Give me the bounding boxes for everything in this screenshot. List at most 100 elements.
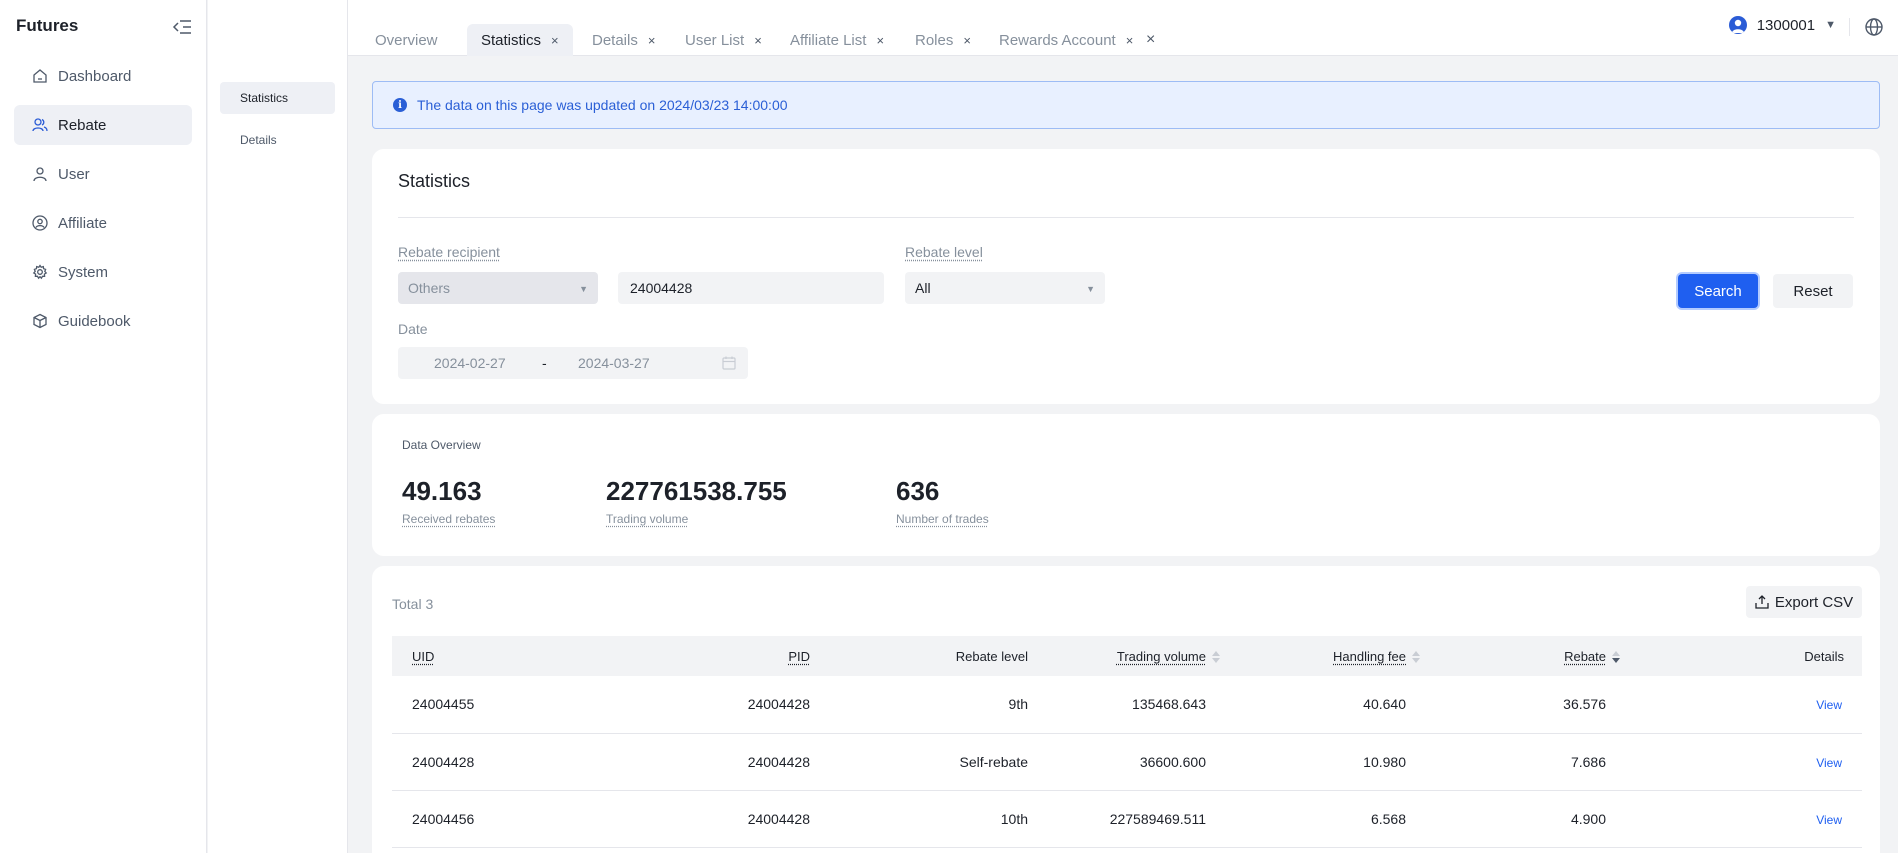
cell-rebate-level: 9th bbox=[810, 676, 1028, 733]
chevron-down-icon: ▼ bbox=[579, 284, 588, 294]
user-icon bbox=[32, 166, 48, 182]
number-of-trades-label: Number of trades bbox=[896, 512, 989, 526]
collapse-menu-icon[interactable] bbox=[172, 18, 192, 36]
tab-close-icon[interactable]: × bbox=[1126, 33, 1134, 48]
col-handling-fee[interactable]: Handling fee bbox=[1228, 636, 1428, 676]
tab-details[interactable]: Details × bbox=[578, 24, 669, 56]
reset-button[interactable]: Reset bbox=[1773, 274, 1853, 308]
table-row: 24004456 24004428 10th 227589469.511 6.5… bbox=[392, 790, 1862, 847]
col-trading-volume[interactable]: Trading volume bbox=[1028, 636, 1228, 676]
tab-label: Affiliate List bbox=[790, 32, 866, 49]
tab-label: Overview bbox=[375, 32, 438, 49]
cell-rebate: 7.686 bbox=[1428, 733, 1628, 790]
brand-title: Futures bbox=[16, 16, 78, 36]
tab-close-icon[interactable]: × bbox=[963, 33, 971, 48]
submenu-item-details[interactable]: Details bbox=[220, 124, 335, 156]
tab-label: Statistics bbox=[481, 32, 541, 49]
sort-icon[interactable] bbox=[1412, 651, 1420, 663]
col-rebate-level: Rebate level bbox=[810, 636, 1028, 676]
date-to[interactable]: 2024-03-27 bbox=[578, 355, 650, 371]
cell-trading-volume: 227589469.511 bbox=[1028, 790, 1228, 847]
export-csv-button[interactable]: Export CSV bbox=[1746, 586, 1862, 618]
view-link[interactable]: View bbox=[1816, 813, 1842, 827]
user-id: 1300001 bbox=[1757, 17, 1815, 34]
select-value: All bbox=[915, 280, 931, 296]
tab-close-icon[interactable]: × bbox=[551, 33, 559, 48]
sidebar: Futures Dashboard Rebate User Affiliate … bbox=[0, 0, 207, 853]
cell-trading-volume: 36600.600 bbox=[1028, 733, 1228, 790]
rebate-recipient-label: Rebate recipient bbox=[398, 244, 500, 260]
close-all-tabs-icon[interactable]: × bbox=[1146, 31, 1155, 49]
chevron-down-icon: ▼ bbox=[1086, 284, 1095, 294]
divider bbox=[1849, 18, 1850, 36]
home-icon bbox=[32, 68, 48, 84]
table-header-row: UID PID Rebate level Trading volume Hand… bbox=[392, 636, 1862, 676]
cell-handling-fee: 40.640 bbox=[1228, 676, 1428, 733]
rebate-recipient-select[interactable]: Others ▼ bbox=[398, 272, 598, 304]
cell-rebate: 36.576 bbox=[1428, 676, 1628, 733]
chevron-down-icon: ▼ bbox=[1825, 19, 1836, 31]
col-rebate[interactable]: Rebate bbox=[1428, 636, 1628, 676]
globe-icon[interactable] bbox=[1864, 17, 1884, 37]
cell-uid: 24004428 bbox=[392, 733, 592, 790]
sidebar-item-label: Guidebook bbox=[58, 313, 131, 330]
info-alert: i The data on this page was updated on 2… bbox=[372, 81, 1880, 129]
date-label: Date bbox=[398, 321, 428, 337]
date-from[interactable]: 2024-02-27 bbox=[434, 355, 506, 371]
cell-rebate: 4.900 bbox=[1428, 790, 1628, 847]
tab-statistics[interactable]: Statistics × bbox=[467, 24, 573, 56]
calendar-icon bbox=[722, 356, 736, 370]
sidebar-item-system[interactable]: System bbox=[14, 252, 192, 292]
user-menu[interactable]: 1300001 ▼ bbox=[1729, 16, 1836, 34]
avatar bbox=[1729, 16, 1747, 34]
view-link[interactable]: View bbox=[1816, 698, 1842, 712]
trading-volume-value: 227761538.755 bbox=[606, 476, 787, 507]
total-count: Total 3 bbox=[392, 596, 433, 612]
sidebar-item-label: Affiliate bbox=[58, 215, 107, 232]
date-separator: - bbox=[542, 355, 547, 371]
sort-desc-icon[interactable] bbox=[1612, 651, 1620, 663]
card-title: Statistics bbox=[398, 171, 470, 192]
overview-title: Data Overview bbox=[402, 438, 481, 452]
sort-icon[interactable] bbox=[1212, 651, 1220, 663]
submenu-item-statistics[interactable]: Statistics bbox=[220, 82, 335, 114]
uid-input[interactable]: 24004428 bbox=[618, 272, 884, 304]
sidebar-item-user[interactable]: User bbox=[14, 154, 192, 194]
date-range-picker[interactable]: 2024-02-27 - 2024-03-27 bbox=[398, 347, 748, 379]
tab-label: Details bbox=[592, 32, 638, 49]
rebate-level-select[interactable]: All ▼ bbox=[905, 272, 1105, 304]
export-label: Export CSV bbox=[1775, 594, 1853, 611]
sidebar-item-label: User bbox=[58, 166, 90, 183]
sidebar-item-dashboard[interactable]: Dashboard bbox=[14, 56, 192, 96]
tab-overview[interactable]: Overview bbox=[361, 24, 452, 56]
tab-affiliate-list[interactable]: Affiliate List × bbox=[776, 24, 898, 56]
col-uid: UID bbox=[392, 636, 592, 676]
topbar: Overview Statistics × Details × User List ×… bbox=[348, 0, 1898, 56]
tab-user-list[interactable]: User List × bbox=[671, 24, 776, 56]
gear-icon bbox=[32, 264, 48, 280]
rebate-level-label: Rebate level bbox=[905, 244, 983, 260]
cell-pid: 24004428 bbox=[592, 676, 810, 733]
search-button[interactable]: Search bbox=[1678, 274, 1758, 308]
tab-close-icon[interactable]: × bbox=[754, 33, 762, 48]
alert-text: The data on this page was updated on 202… bbox=[417, 97, 788, 113]
view-link[interactable]: View bbox=[1816, 756, 1842, 770]
tab-label: Roles bbox=[915, 32, 953, 49]
sidebar-item-guidebook[interactable]: Guidebook bbox=[14, 301, 192, 341]
col-pid: PID bbox=[592, 636, 810, 676]
sidebar-item-affiliate[interactable]: Affiliate bbox=[14, 203, 192, 243]
tab-close-icon[interactable]: × bbox=[876, 33, 884, 48]
cube-icon bbox=[32, 313, 48, 329]
cell-uid: 24004455 bbox=[392, 676, 592, 733]
sidebar-item-rebate[interactable]: Rebate bbox=[14, 105, 192, 145]
tab-roles[interactable]: Roles × bbox=[901, 24, 985, 56]
rebate-table: UID PID Rebate level Trading volume Hand… bbox=[392, 636, 1862, 848]
trading-volume-label: Trading volume bbox=[606, 512, 688, 526]
cell-handling-fee: 6.568 bbox=[1228, 790, 1428, 847]
number-of-trades-value: 636 bbox=[896, 476, 939, 507]
select-value: Others bbox=[408, 280, 450, 296]
tab-rewards-account[interactable]: Rewards Account × bbox=[985, 24, 1147, 56]
statistics-filter-card: Statistics Rebate recipient Others ▼ 240… bbox=[372, 149, 1880, 404]
tab-close-icon[interactable]: × bbox=[648, 33, 656, 48]
cell-pid: 24004428 bbox=[592, 733, 810, 790]
